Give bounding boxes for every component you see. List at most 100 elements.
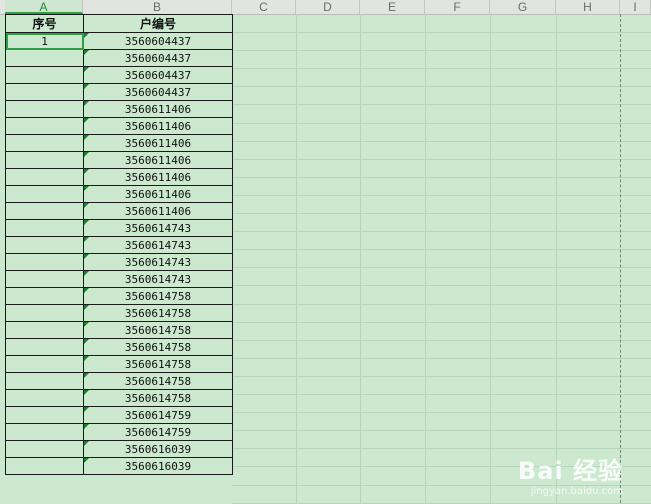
column-header-h[interactable]: H xyxy=(556,0,620,14)
gridline-horizontal xyxy=(232,322,651,323)
header-serial-number[interactable]: 序号 xyxy=(5,14,84,33)
table-row: 3560611406 xyxy=(5,134,233,152)
cell-serial-number[interactable]: 1 xyxy=(5,32,84,50)
table-row: 3560611406 xyxy=(5,202,233,220)
cell-household-id[interactable]: 3560614758 xyxy=(83,304,233,322)
cell-serial-number[interactable] xyxy=(5,423,84,441)
cell-serial-number[interactable] xyxy=(5,134,84,152)
cell-serial-number[interactable] xyxy=(5,117,84,135)
table-row: 3560614758 xyxy=(5,389,233,407)
cell-value: 3560611406 xyxy=(124,187,192,201)
table-header-row: 序号 户编号 xyxy=(5,14,233,33)
column-header-b[interactable]: B xyxy=(83,0,232,14)
cell-household-id[interactable]: 3560614758 xyxy=(83,355,233,373)
cell-household-id[interactable]: 3560611406 xyxy=(83,168,233,186)
cell-value: 3560611406 xyxy=(124,153,192,167)
cell-household-id[interactable]: 3560614758 xyxy=(83,389,233,407)
header-household-id[interactable]: 户编号 xyxy=(83,14,233,33)
cell-serial-number[interactable] xyxy=(5,202,84,220)
cell-serial-number[interactable] xyxy=(5,457,84,475)
cell-household-id[interactable]: 3560614758 xyxy=(83,338,233,356)
cell-serial-number[interactable] xyxy=(5,66,84,84)
table-row: 3560604437 xyxy=(5,83,233,101)
cell-serial-number[interactable] xyxy=(5,270,84,288)
cell-serial-number[interactable] xyxy=(5,338,84,356)
cell-serial-number[interactable] xyxy=(5,440,84,458)
cell-serial-number[interactable] xyxy=(5,185,84,203)
cell-value: 3560614743 xyxy=(124,272,192,286)
cell-value: 3560604437 xyxy=(124,68,192,82)
table-row: 1 3560604437 xyxy=(5,32,233,50)
text-number-indicator-icon xyxy=(84,322,89,327)
cell-household-id[interactable]: 3560616039 xyxy=(83,440,233,458)
cell-household-id[interactable]: 3560614743 xyxy=(83,219,233,237)
table-row: 3560614758 xyxy=(5,372,233,390)
column-header-a[interactable]: A xyxy=(5,0,83,14)
cell-household-id[interactable]: 3560611406 xyxy=(83,151,233,169)
cell-value: 3560604437 xyxy=(124,51,192,65)
cell-household-id[interactable]: 3560611406 xyxy=(83,202,233,220)
cell-household-id[interactable]: 3560614743 xyxy=(83,253,233,271)
text-number-indicator-icon xyxy=(84,390,89,395)
cell-serial-number[interactable] xyxy=(5,219,84,237)
cell-serial-number[interactable] xyxy=(5,168,84,186)
cell-serial-number[interactable] xyxy=(5,406,84,424)
cell-household-id[interactable]: 3560604437 xyxy=(83,49,233,67)
cell-household-id[interactable]: 3560614743 xyxy=(83,236,233,254)
cell-household-id[interactable]: 3560614759 xyxy=(83,406,233,424)
text-number-indicator-icon xyxy=(84,33,89,38)
cell-value: 3560614759 xyxy=(124,408,192,422)
column-header-d[interactable]: D xyxy=(296,0,360,14)
cell-serial-number[interactable] xyxy=(5,236,84,254)
table-row: 3560611406 xyxy=(5,151,233,169)
column-header-i[interactable]: I xyxy=(620,0,651,14)
cell-value: 3560614743 xyxy=(124,255,192,269)
gridline-horizontal xyxy=(232,104,651,105)
text-number-indicator-icon xyxy=(84,203,89,208)
column-header-c[interactable]: C xyxy=(232,0,296,14)
cell-household-id[interactable]: 3560616039 xyxy=(83,457,233,475)
cell-value: 3560614758 xyxy=(124,289,192,303)
gridline-horizontal xyxy=(232,231,651,232)
cell-value: 3560614758 xyxy=(124,391,192,405)
gridline-horizontal xyxy=(232,448,651,449)
cell-household-id[interactable]: 3560604437 xyxy=(83,83,233,101)
cell-serial-number[interactable] xyxy=(5,100,84,118)
cell-household-id[interactable]: 3560611406 xyxy=(83,185,233,203)
column-header-g[interactable]: G xyxy=(490,0,556,14)
cell-household-id[interactable]: 3560614759 xyxy=(83,423,233,441)
cell-serial-number[interactable] xyxy=(5,253,84,271)
cell-household-id[interactable]: 3560614758 xyxy=(83,372,233,390)
cell-household-id[interactable]: 3560604437 xyxy=(83,32,233,50)
column-header-f[interactable]: F xyxy=(425,0,490,14)
table-row: 3560604437 xyxy=(5,49,233,67)
text-number-indicator-icon xyxy=(84,373,89,378)
text-number-indicator-icon xyxy=(84,271,89,276)
cell-household-id[interactable]: 3560614758 xyxy=(83,287,233,305)
cell-household-id[interactable]: 3560614758 xyxy=(83,321,233,339)
cell-serial-number[interactable] xyxy=(5,83,84,101)
cell-serial-number[interactable] xyxy=(5,321,84,339)
cell-serial-number[interactable] xyxy=(5,355,84,373)
cell-household-id[interactable]: 3560611406 xyxy=(83,134,233,152)
cell-serial-number[interactable] xyxy=(5,389,84,407)
cell-serial-number[interactable] xyxy=(5,304,84,322)
cell-serial-number[interactable] xyxy=(5,151,84,169)
cell-value: 3560611406 xyxy=(124,170,192,184)
text-number-indicator-icon xyxy=(84,254,89,259)
cell-serial-number[interactable] xyxy=(5,49,84,67)
cell-serial-number[interactable] xyxy=(5,372,84,390)
cell-household-id[interactable]: 3560611406 xyxy=(83,117,233,135)
watermark-title: Bai 经验 xyxy=(517,457,623,485)
cell-serial-number[interactable] xyxy=(5,287,84,305)
cell-household-id[interactable]: 3560604437 xyxy=(83,66,233,84)
text-number-indicator-icon xyxy=(84,186,89,191)
text-number-indicator-icon xyxy=(84,458,89,463)
cell-household-id[interactable]: 3560611406 xyxy=(83,100,233,118)
table-row: 3560611406 xyxy=(5,185,233,203)
text-number-indicator-icon xyxy=(84,152,89,157)
table-row: 3560616039 xyxy=(5,457,233,475)
column-header-e[interactable]: E xyxy=(360,0,425,14)
table-row: 3560611406 xyxy=(5,168,233,186)
cell-household-id[interactable]: 3560614743 xyxy=(83,270,233,288)
